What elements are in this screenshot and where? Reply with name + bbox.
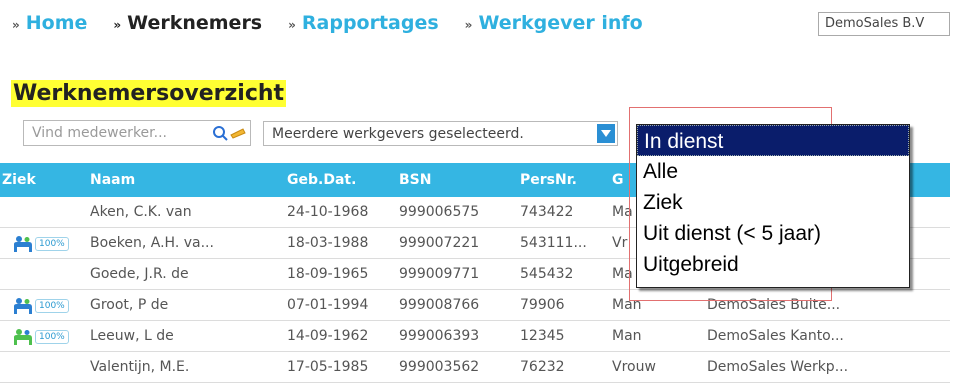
- employer-select[interactable]: Meerdere werkgevers geselecteerd.: [263, 121, 618, 146]
- cell-naam: Boeken, A.H. va...: [90, 235, 214, 251]
- sick-badge: 100%: [13, 328, 79, 345]
- cell-persnr: 545432: [520, 266, 574, 282]
- cell-persnr: 12345: [520, 328, 565, 344]
- nav-werknemers[interactable]: » Werknemers: [113, 12, 262, 34]
- cell-geslacht: Vr: [612, 235, 628, 251]
- sick-badge: 100%: [13, 297, 79, 314]
- cell-geb-dat: 07-01-1994: [287, 297, 369, 313]
- status-option-uit-dienst[interactable]: Uit dienst (< 5 jaar): [637, 218, 909, 249]
- nav-werknemers-label: Werknemers: [127, 12, 263, 34]
- nav-arrow-icon: »: [464, 18, 473, 32]
- company-selector[interactable]: DemoSales B.V: [818, 12, 950, 36]
- cell-persnr: 543111...: [520, 235, 587, 251]
- sick-percentage: 100%: [35, 298, 69, 313]
- nav-home-label: Home: [25, 12, 88, 34]
- cell-naam: Groot, P de: [90, 297, 169, 313]
- nav-arrow-icon: »: [113, 18, 122, 32]
- sick-percentage: 100%: [35, 236, 69, 251]
- status-option-uitgebreid[interactable]: Uitgebreid: [637, 249, 909, 280]
- employer-select-value: Meerdere werkgevers geselecteerd.: [272, 126, 524, 142]
- status-option-ziek[interactable]: Ziek: [637, 187, 909, 218]
- cell-werkgever: DemoSales Buite...: [707, 297, 841, 313]
- cell-naam: Goede, J.R. de: [90, 266, 189, 282]
- status-filter-dropdown[interactable]: In dienst Alle Ziek Uit dienst (< 5 jaar…: [636, 124, 910, 288]
- cell-naam: Leeuw, L de: [90, 328, 174, 344]
- cell-bsn: 999006575: [399, 204, 480, 220]
- cell-bsn: 999009771: [399, 266, 480, 282]
- sick-percentage: 100%: [35, 329, 69, 344]
- cell-geslacht: Man: [612, 328, 642, 344]
- sick-person-icon: [14, 297, 32, 314]
- cell-persnr: 743422: [520, 204, 574, 220]
- table-row[interactable]: 100% Groot, P de 07-01-1994 999008766 79…: [0, 290, 950, 321]
- status-option-alle[interactable]: Alle: [637, 156, 909, 187]
- cell-werkgever: DemoSales Kanto...: [707, 328, 844, 344]
- nav-werkgever-info[interactable]: » Werkgever info: [465, 12, 643, 34]
- sick-badge: 100%: [13, 235, 79, 252]
- cell-geslacht: Ma: [612, 204, 633, 220]
- cell-geb-dat: 17-05-1985: [287, 359, 369, 375]
- cell-persnr: 79906: [520, 297, 565, 313]
- sick-person-icon: [14, 328, 32, 345]
- cell-bsn: 999007221: [399, 235, 480, 251]
- nav-rapportages[interactable]: » Rapportages: [288, 12, 439, 34]
- cell-geb-dat: 24-10-1968: [287, 204, 369, 220]
- table-row[interactable]: 100% Leeuw, L de 14-09-1962 999006393 12…: [0, 321, 950, 352]
- cell-persnr: 76232: [520, 359, 565, 375]
- cell-geb-dat: 18-09-1965: [287, 266, 369, 282]
- nav-home[interactable]: » Home: [12, 12, 87, 34]
- page-title: Werknemersoverzicht: [11, 80, 287, 107]
- chevron-down-icon[interactable]: [597, 124, 615, 143]
- status-option-in-dienst[interactable]: In dienst: [637, 125, 909, 156]
- table-row[interactable]: Valentijn, M.E. 17-05-1985 999003562 762…: [0, 352, 950, 383]
- top-nav: » Home » Werknemers » Rapportages » Werk…: [12, 12, 669, 34]
- cell-geslacht: Man: [612, 297, 642, 313]
- nav-arrow-icon: »: [288, 18, 296, 32]
- nav-werkgever-info-label: Werkgever info: [478, 12, 643, 34]
- sick-person-icon: [14, 235, 32, 252]
- cell-geslacht: Ma: [612, 266, 633, 282]
- nav-rapportages-label: Rapportages: [301, 12, 439, 34]
- col-geslacht[interactable]: G: [612, 163, 624, 197]
- cell-geb-dat: 14-09-1962: [287, 328, 369, 344]
- col-persnr[interactable]: PersNr.: [520, 163, 577, 197]
- cell-naam: Aken, C.K. van: [90, 204, 192, 220]
- cell-geslacht: Vrouw: [612, 359, 656, 375]
- cell-bsn: 999006393: [399, 328, 480, 344]
- col-naam[interactable]: Naam: [90, 163, 135, 197]
- search-icon[interactable]: [209, 123, 247, 143]
- cell-geb-dat: 18-03-1988: [287, 235, 369, 251]
- cell-bsn: 999008766: [399, 297, 480, 313]
- col-ziek[interactable]: Ziek: [2, 163, 36, 197]
- col-geb-dat[interactable]: Geb.Dat.: [287, 163, 356, 197]
- cell-werkgever: DemoSales Werkp...: [707, 359, 849, 375]
- cell-bsn: 999003562: [399, 359, 480, 375]
- cell-naam: Valentijn, M.E.: [90, 359, 190, 375]
- nav-arrow-icon: »: [12, 18, 20, 32]
- col-bsn[interactable]: BSN: [399, 163, 431, 197]
